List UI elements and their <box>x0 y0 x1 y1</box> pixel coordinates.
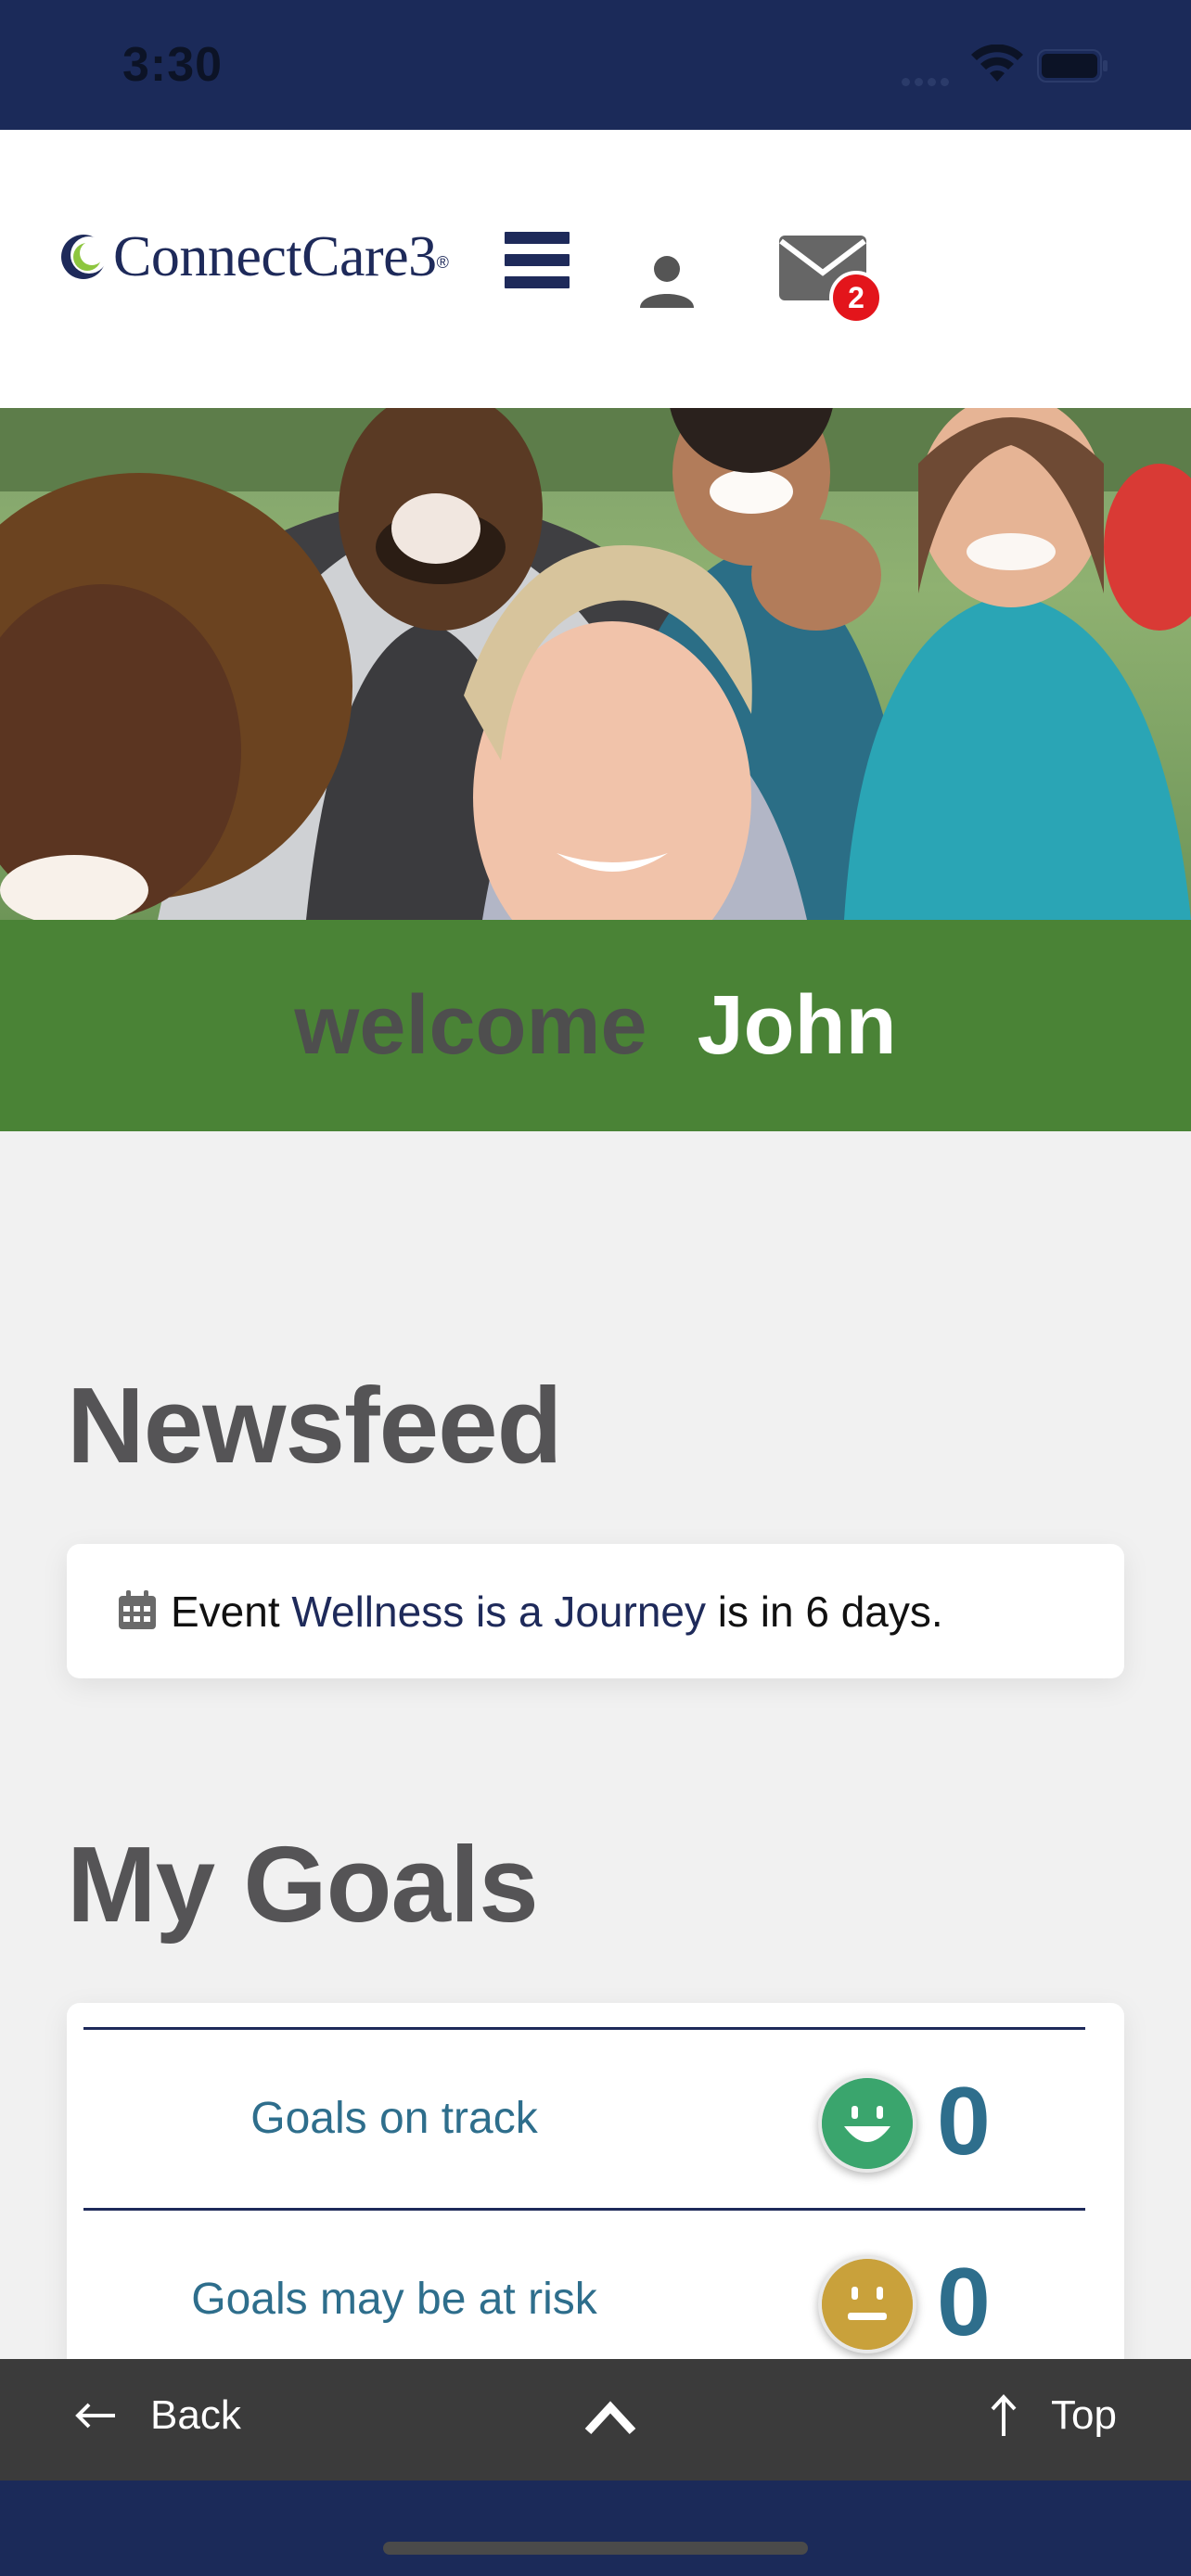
calendar-icon <box>119 1590 156 1629</box>
newsfeed-heading: Newsfeed <box>67 1365 563 1486</box>
goals-card: Goals on track 0 Goals may be at risk 0 <box>67 2003 1124 2374</box>
logo-text: ConnectCare3 <box>113 224 437 288</box>
goal-label: Goals on track <box>250 2094 538 2143</box>
hero-image <box>0 408 1191 920</box>
back-label: Back <box>150 2392 241 2438</box>
neutral-face-icon <box>818 2255 916 2353</box>
newsfeed-card: Event Wellness is a Journey is in 6 days… <box>67 1544 1124 1678</box>
app-header: ConnectCare3 ® 2 <box>0 130 1191 408</box>
logo-registered-mark: ® <box>436 252 449 272</box>
wifi-icon <box>971 45 1023 82</box>
mail-unread-badge: 2 <box>829 271 883 325</box>
back-button[interactable]: Back <box>74 2392 241 2439</box>
newsfeed-item: Event Wellness is a Journey is in 6 days… <box>171 1587 943 1637</box>
signal-icon <box>902 74 957 86</box>
bottom-nav-bar: Back Top <box>0 2359 1191 2480</box>
arrow-up-icon <box>991 2394 1017 2436</box>
goal-row-on-track[interactable]: Goals on track 0 <box>83 2027 1085 2211</box>
hero-photo-illustration <box>0 408 1191 920</box>
top-label: Top <box>1051 2392 1117 2438</box>
goal-label: Goals may be at risk <box>191 2275 597 2324</box>
home-indicator-area <box>0 2480 1191 2576</box>
goal-count: 0 <box>937 2249 991 2356</box>
chevron-up-icon[interactable] <box>583 2396 638 2437</box>
event-link[interactable]: Wellness is a Journey <box>291 1588 706 1636</box>
user-profile-icon[interactable] <box>636 250 698 312</box>
arrow-left-icon <box>75 2403 115 2429</box>
my-goals-heading: My Goals <box>67 1824 539 1945</box>
logo-crescent-icon <box>61 235 108 279</box>
battery-icon <box>1037 49 1108 83</box>
connectcare-logo[interactable]: ConnectCare3 ® <box>58 224 449 289</box>
goal-count: 0 <box>937 2068 991 2175</box>
home-indicator[interactable] <box>383 2542 808 2555</box>
welcome-banner: welcome John <box>0 920 1191 1131</box>
status-bar: 3:30 <box>0 0 1191 130</box>
status-time: 3:30 <box>122 38 224 92</box>
happy-face-icon <box>818 2074 916 2173</box>
welcome-text: welcome <box>294 978 647 1072</box>
event-suffix: is in 6 days. <box>717 1588 943 1636</box>
top-button[interactable]: Top <box>990 2392 1117 2439</box>
hamburger-menu-icon[interactable] <box>505 232 570 289</box>
goal-row-at-risk[interactable]: Goals may be at risk 0 <box>83 2208 1085 2374</box>
user-name: John <box>697 978 897 1072</box>
event-prefix: Event <box>171 1588 280 1636</box>
